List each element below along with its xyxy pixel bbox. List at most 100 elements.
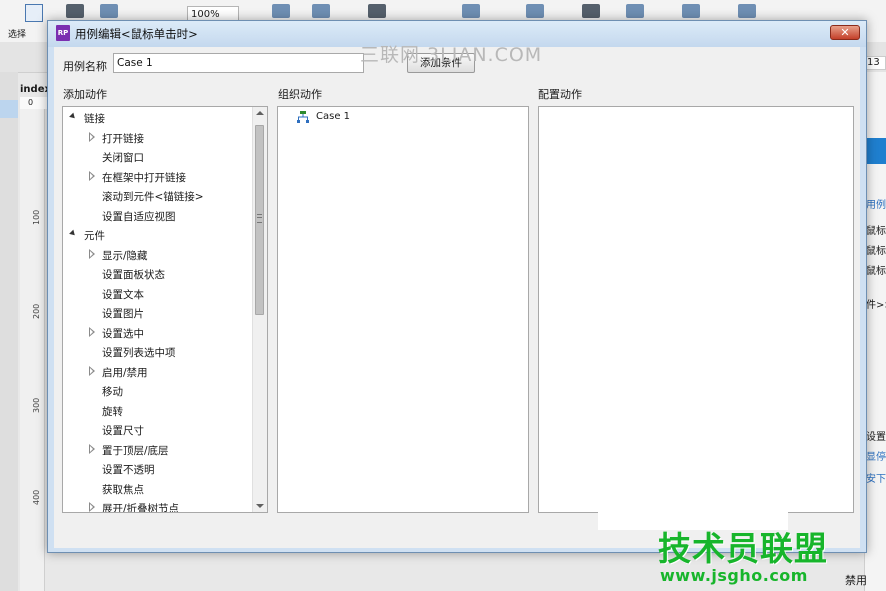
group-icon[interactable]: [368, 4, 386, 18]
expanded-triangle-icon[interactable]: [69, 229, 77, 238]
configure-actions-panel[interactable]: [538, 106, 854, 513]
tree-item-label: 设置自适应视图: [102, 210, 176, 223]
tree-action-item[interactable]: 设置图片: [63, 304, 253, 322]
inspector-text: 鼠标: [866, 266, 886, 277]
collapsed-triangle-icon[interactable]: [89, 502, 95, 512]
tree-item-label: 设置不透明: [102, 464, 155, 476]
tree-action-item[interactable]: 显示/隐藏: [63, 246, 253, 264]
toolbar-tool-icon[interactable]: [738, 4, 756, 18]
tree-action-item[interactable]: 旋转: [63, 402, 253, 420]
case-tree-label: Case 1: [316, 111, 351, 122]
scroll-up-arrow-icon[interactable]: [256, 111, 264, 115]
tree-group-item[interactable]: 元件: [63, 226, 253, 244]
tree-item-label: 展开/折叠树节点: [102, 503, 180, 513]
action-tree-panel[interactable]: 链接打开链接关闭窗口在框架中打开链接滚动到元件<锚链接> 设置自适应视图元件显示/…: [62, 106, 268, 513]
tree-item-label: 设置尺寸: [102, 425, 144, 437]
scroll-thumb[interactable]: [255, 125, 264, 315]
organize-actions-label: 组织动作: [278, 88, 322, 101]
arrange-icon[interactable]: [462, 4, 480, 18]
tree-item-label: 设置面板状态: [102, 269, 165, 281]
tree-scrollbar[interactable]: [252, 107, 267, 512]
collapsed-triangle-icon[interactable]: [89, 365, 95, 376]
vertical-ruler: 100 200 300 400: [20, 97, 45, 591]
collapsed-triangle-icon[interactable]: [89, 326, 95, 337]
tree-action-item[interactable]: 置于顶层/底层: [63, 441, 253, 459]
tree-action-item[interactable]: 设置文本: [63, 285, 253, 303]
tree-action-item[interactable]: 在框架中打开链接: [63, 168, 253, 186]
left-sidebar-selected[interactable]: [0, 100, 18, 118]
tree-item-label: 关闭窗口: [102, 152, 144, 164]
organize-actions-panel[interactable]: Case 1: [277, 106, 529, 513]
collapsed-triangle-icon[interactable]: [89, 170, 95, 181]
tree-action-item[interactable]: 设置不透明: [63, 460, 253, 478]
inspector-header: [866, 138, 886, 164]
tree-action-item[interactable]: 启用/禁用: [63, 363, 253, 381]
inspector-text: 设置: [866, 432, 886, 443]
scroll-down-arrow-icon[interactable]: [256, 504, 264, 508]
tree-action-item[interactable]: 设置面板状态: [63, 265, 253, 283]
tree-action-item[interactable]: 获取焦点: [63, 480, 253, 498]
ruler-mark: 100: [32, 209, 41, 225]
tree-action-item[interactable]: 设置选中: [63, 324, 253, 342]
distribute-icon[interactable]: [526, 4, 544, 18]
tree-item-label: 打开链接: [102, 132, 144, 145]
rp-logo-icon: RP: [56, 25, 70, 41]
add-actions-label: 添加动作: [63, 88, 107, 101]
tree-action-item[interactable]: 关闭窗口: [63, 148, 253, 166]
tree-item-label: 在框架中打开链接: [102, 171, 186, 184]
case-name-label: 用例名称: [63, 60, 107, 73]
tree-item-label: 设置图片: [102, 308, 144, 320]
toolbar-tool-icon[interactable]: [626, 4, 644, 18]
inspector-text: 鼠标: [866, 246, 886, 257]
tree-item-label: 设置列表选中项: [102, 347, 176, 359]
tree-item-label: 显示/隐藏: [102, 249, 148, 262]
watermark-top: 三联网 3LIAN.COM: [360, 44, 543, 66]
tree-action-item[interactable]: 设置尺寸: [63, 421, 253, 439]
tree-action-item[interactable]: 滚动到元件<锚链接>: [63, 187, 253, 205]
tree-group-item[interactable]: 链接: [63, 109, 253, 127]
tree-action-item[interactable]: 展开/折叠树节点: [63, 499, 253, 513]
inspector-text[interactable]: 显停: [866, 448, 886, 463]
configure-actions-label: 配置动作: [538, 88, 582, 101]
select-tool-icon[interactable]: [25, 4, 43, 22]
tree-item-label: 设置文本: [102, 288, 144, 301]
case-tree-icon: [297, 111, 309, 123]
watermark-backdrop: [598, 470, 788, 530]
ruler-mark: 300: [32, 397, 41, 413]
tree-action-item[interactable]: 打开链接: [63, 129, 253, 147]
inspector-text[interactable]: 安下: [866, 470, 886, 485]
inspector-text: 鼠标: [866, 226, 886, 237]
select-tool-label: 选择: [8, 30, 27, 40]
align-center-icon[interactable]: [312, 4, 330, 18]
toolbar-tool-icon[interactable]: [100, 4, 118, 18]
align-left-icon[interactable]: [272, 4, 290, 18]
watermark-brand: 技术员联盟: [658, 529, 828, 568]
collapsed-triangle-icon[interactable]: [89, 443, 95, 454]
right-number-field[interactable]: 13: [866, 56, 886, 70]
tree-action-item[interactable]: 移动: [63, 382, 253, 400]
case-tree-item[interactable]: Case 1: [278, 107, 528, 127]
case-name-input[interactable]: [113, 53, 364, 73]
ruler-zero: 0: [28, 98, 34, 107]
tree-action-item[interactable]: 设置列表选中项: [63, 343, 253, 361]
tree-item-label: 链接: [84, 113, 105, 125]
inspector-text[interactable]: 用例: [866, 196, 886, 211]
ruler-mark: 400: [32, 489, 41, 505]
tree-action-item[interactable]: 设置自适应视图: [63, 207, 253, 225]
toolbar-tool-icon[interactable]: [66, 4, 84, 18]
tree-item-label: 元件: [84, 230, 105, 242]
grip-icon: [257, 214, 262, 223]
horizontal-ruler: 0: [20, 97, 48, 109]
tree-item-label: 移动: [102, 386, 123, 398]
bottom-disable-label: 禁用: [845, 574, 867, 587]
tree-item-label: 获取焦点: [102, 483, 144, 496]
lock-icon[interactable]: [582, 4, 600, 18]
close-button[interactable]: ✕: [830, 25, 860, 40]
expanded-triangle-icon[interactable]: [69, 112, 77, 121]
dialog-title: 用例编辑<鼠标单击时>: [75, 27, 198, 41]
inspector-text: 件>>: [866, 300, 886, 311]
toolbar-tool-icon[interactable]: [682, 4, 700, 18]
collapsed-triangle-icon[interactable]: [89, 131, 95, 142]
collapsed-triangle-icon[interactable]: [89, 248, 95, 259]
tree-item-label: 启用/禁用: [102, 366, 148, 379]
